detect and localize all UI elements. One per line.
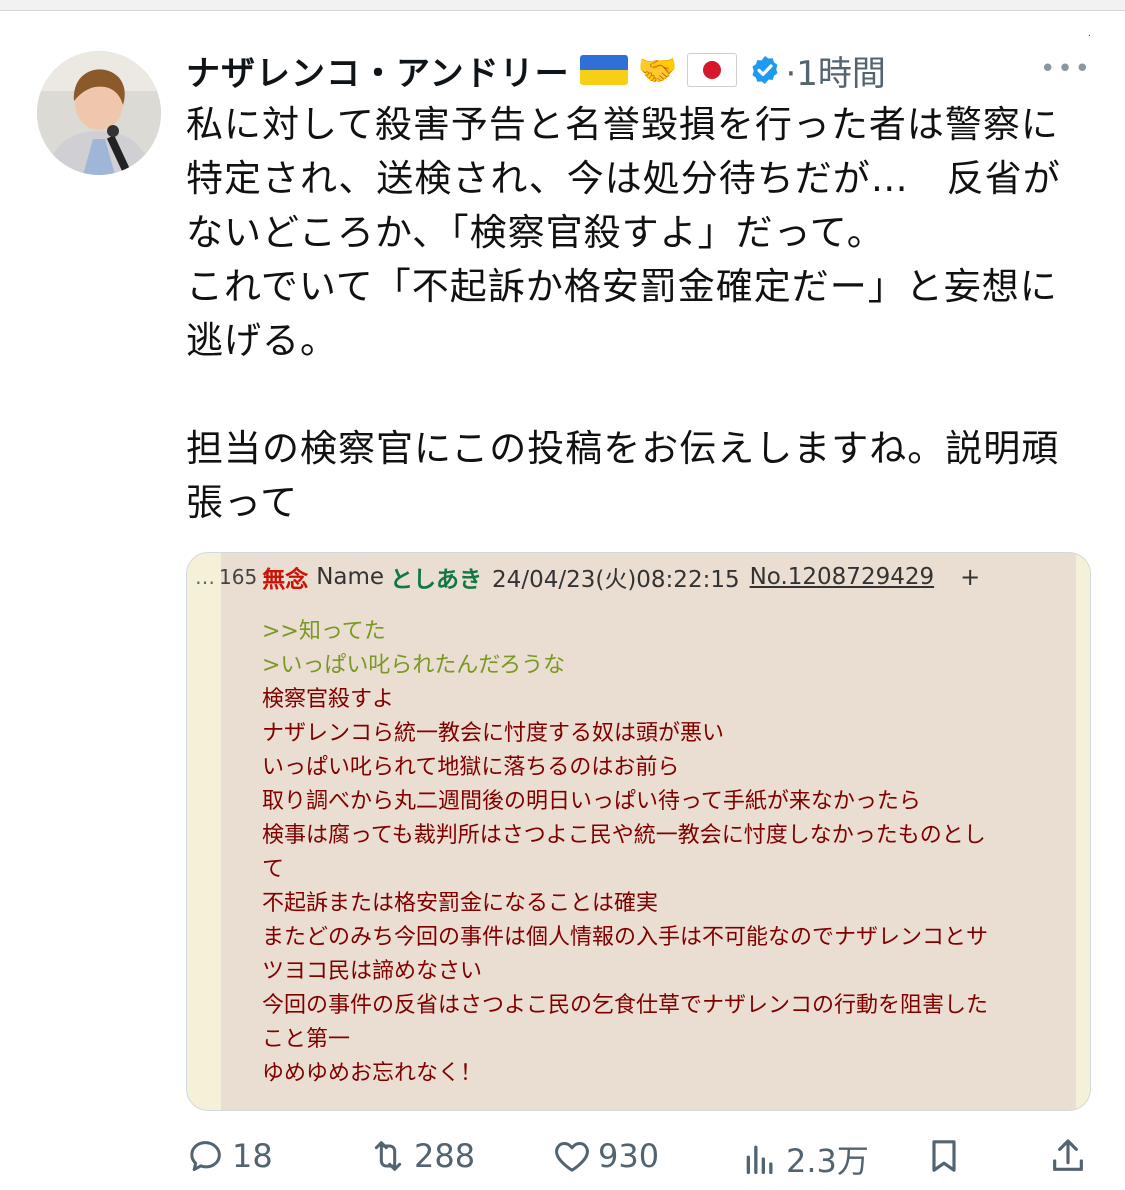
post-plus: + [960, 563, 981, 591]
tweet-line: 張って [186, 481, 299, 524]
tweet-line: これでいて「不起訴か格安罰金確定だー」と妄想に [186, 265, 1058, 308]
corner-mark: . [1087, 28, 1091, 39]
japan-flag-icon [687, 53, 738, 87]
bookmark-icon [932, 1140, 956, 1172]
post-line: ナザレンコら統一教会に忖度する奴は頭が悪い [262, 721, 725, 746]
post-line: いっぱい叱られて地獄に落ちるのはお前ら [262, 755, 680, 780]
share-icon [1053, 1139, 1083, 1171]
verified-badge-icon[interactable] [749, 54, 781, 86]
post-line: て [262, 857, 285, 882]
tweet-line: 担当の検察官にこの投稿をお伝えしますね。説明頑 [186, 427, 1060, 470]
post-title: 無念 [262, 567, 309, 593]
post-line: 取り調べから丸二週間後の明日いっぱい待って手紙が来なかったら [262, 789, 921, 814]
board-post-header: … 165 無念 Name としあき 24/04/23(火)08:22:15 N… [195, 559, 980, 595]
author-avatar[interactable] [37, 51, 161, 175]
avatar-photo [37, 51, 161, 175]
reply-count: 18 [232, 1137, 273, 1175]
post-number: 165 [219, 565, 258, 589]
post-number-link: No.1208729429 [749, 564, 935, 590]
image-right-band [1076, 553, 1090, 1110]
tweet-line: 逃げる。 [186, 319, 338, 362]
post-line: 今回の事件の反省はさつよこ民の乞食仕草でナザレンコの行動を阻害した [262, 993, 989, 1018]
like-button[interactable]: 930 [552, 1136, 659, 1176]
reply-icon [190, 1141, 221, 1171]
tweet-text: 私に対して殺害予告と名誉毀損を行った者は警察に 特定され、送検され、今は処分待ち… [186, 98, 1096, 530]
tweet-line: ないどころか、「検察官殺すよ」だって。 [186, 211, 885, 254]
views-button[interactable]: 2.3万 [740, 1136, 869, 1182]
image-left-band [187, 553, 221, 1110]
attached-image[interactable]: … 165 無念 Name としあき 24/04/23(火)08:22:15 N… [186, 552, 1091, 1111]
tweet-line: 私に対して殺害予告と名誉毀損を行った者は警察に [186, 103, 1059, 146]
tweet-time[interactable]: ·1時間 [785, 46, 885, 95]
bookmark-button[interactable] [924, 1136, 970, 1176]
views-chart-icon [746, 1145, 773, 1174]
tweet-header: ナザレンコ・アンドリー 🤝 ·1時間 [186, 42, 1096, 98]
author-name[interactable]: ナザレンコ・アンドリー [186, 46, 570, 95]
post-line: ゆめゆめお忘れなく！ [262, 1061, 483, 1086]
post-username: としあき [390, 567, 483, 593]
views-count: 2.3万 [786, 1142, 869, 1180]
post-name-label: Name [316, 564, 385, 590]
repost-button[interactable]: 288 [368, 1136, 475, 1176]
ukraine-flag-icon [579, 55, 628, 85]
post-line: またどのみち今回の事件は個人情報の入手は不可能なのでナザレンコとサ [262, 925, 989, 950]
post-quote-line: >>知ってた [262, 619, 386, 644]
handshake-icon: 🤝 [637, 51, 678, 89]
reply-button[interactable]: 18 [186, 1136, 273, 1176]
post-dots: … [195, 565, 215, 589]
repost-count: 288 [414, 1137, 476, 1175]
post-line: 検事は腐っても裁判所はさつよこ民や統一教会に忖度しなかったものとし [262, 823, 986, 848]
post-line: ツヨコ民は諦めなさい [262, 959, 483, 984]
top-browser-strip [0, 0, 1125, 11]
share-button[interactable] [1048, 1136, 1094, 1176]
post-line: 検察官殺すよ [262, 687, 395, 712]
more-options-icon[interactable]: ••• [1040, 54, 1111, 84]
tweet-action-bar: 18 288 930 2.3万 [186, 1136, 1096, 1186]
like-count: 930 [598, 1137, 660, 1175]
heart-icon [555, 1142, 589, 1172]
post-date: 24/04/23(火)08:22:15 [492, 567, 740, 593]
post-line: 不起訴または格安罰金になることは確実 [262, 891, 659, 916]
tweet-line: 特定され、送検され、今は処分待ちだが… 反省が [186, 157, 1061, 200]
board-post-body: >>知ってた >いっぱい叱られたんだろうな 検察官殺すよ ナザレンコら統一教会に… [262, 615, 1062, 1091]
post-line: こと第一 [262, 1027, 351, 1052]
post-quote-line: >いっぱい叱られたんだろうな [262, 653, 566, 678]
repost-icon [374, 1141, 402, 1171]
